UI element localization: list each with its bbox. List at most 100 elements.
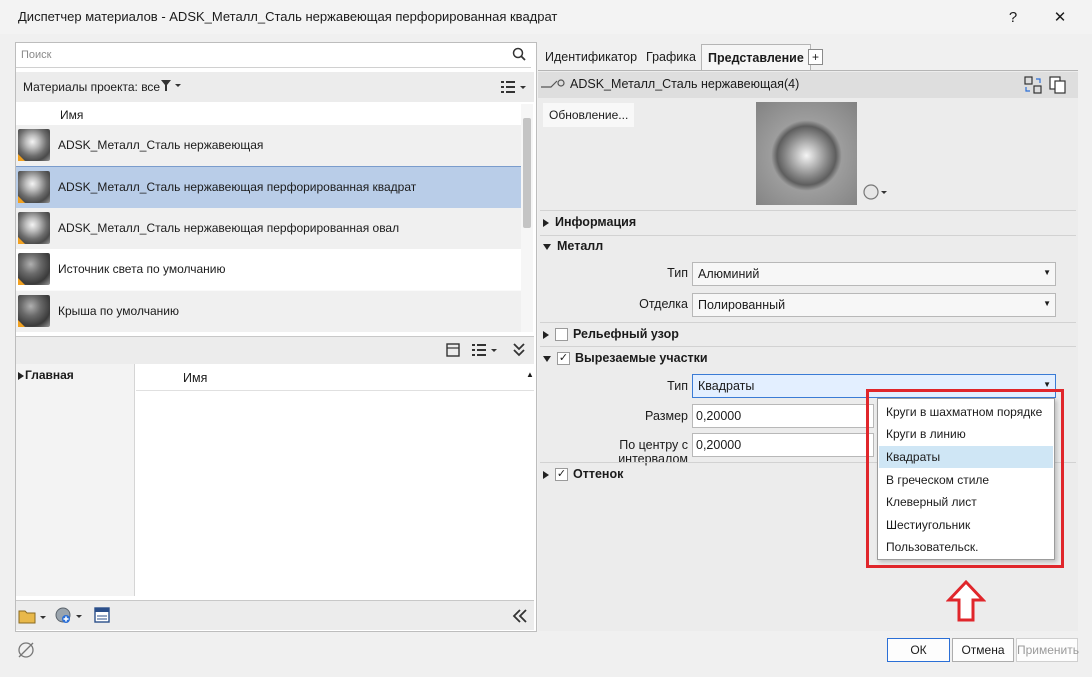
- list-item[interactable]: Крыша по умолчанию: [16, 291, 521, 332]
- add-material-icon[interactable]: [54, 606, 84, 626]
- finish-label: Отделка: [639, 297, 688, 311]
- collapse-icon[interactable]: [543, 355, 551, 362]
- material-name: ADSK_Металл_Сталь нержавеющая: [58, 138, 264, 152]
- highlight-box: [866, 389, 1064, 568]
- sort-up-icon[interactable]: ▲: [526, 370, 534, 379]
- expand-icon[interactable]: [543, 218, 549, 227]
- metal-type-label: Тип: [667, 266, 688, 280]
- section-title: Металл: [557, 239, 604, 253]
- section-title: Вырезаемые участки: [575, 351, 708, 365]
- up-arrow-annotation: [946, 579, 986, 622]
- spacing-input[interactable]: 0,20000: [692, 433, 874, 457]
- tab-appearance[interactable]: Представление: [701, 44, 811, 71]
- collapse-down-icon[interactable]: [512, 342, 526, 358]
- library-header: Имя ▲: [136, 364, 534, 391]
- replace-asset-icon[interactable]: [1024, 76, 1042, 94]
- filter-label: Материалы проекта: все: [23, 80, 161, 94]
- tree-label: Главная: [25, 368, 74, 382]
- collapse-icon[interactable]: [543, 243, 551, 250]
- search-icon[interactable]: [512, 47, 526, 61]
- input-value: 0,20000: [696, 409, 742, 423]
- collapse-left-icon[interactable]: [512, 609, 528, 623]
- search-box[interactable]: Поиск: [16, 43, 531, 68]
- select-value: Алюминий: [698, 267, 760, 281]
- material-name: Крыша по умолчанию: [58, 304, 179, 318]
- material-thumbnail: [18, 253, 50, 285]
- filter-icon[interactable]: [161, 80, 183, 92]
- section-metal[interactable]: Металл: [543, 239, 603, 253]
- scrollbar-thumb[interactable]: [523, 118, 531, 228]
- relief-checkbox[interactable]: [555, 328, 568, 342]
- window-title: Диспетчер материалов - ADSK_Металл_Сталь…: [18, 9, 558, 24]
- material-thumbnail: [18, 129, 50, 161]
- input-value: 0,20000: [696, 438, 742, 452]
- cutouts-checkbox[interactable]: ✓: [557, 352, 570, 366]
- tint-checkbox[interactable]: ✓: [555, 468, 568, 482]
- apply-button[interactable]: Применить: [1016, 638, 1079, 662]
- library-tree: Главная: [16, 364, 135, 596]
- finish-select[interactable]: Полированный ▼: [692, 293, 1056, 317]
- material-name: ADSK_Металл_Сталь нержавеющая перфориров…: [58, 180, 417, 194]
- cancel-button[interactable]: Отмена: [952, 638, 1014, 662]
- section-cutouts[interactable]: ✓ Вырезаемые участки: [543, 351, 708, 366]
- section-tint[interactable]: ✓ Оттенок: [543, 467, 624, 482]
- list-item[interactable]: Источник света по умолчанию: [16, 249, 521, 291]
- ok-button[interactable]: ОК: [887, 638, 950, 662]
- section-relief[interactable]: Рельефный узор: [543, 327, 679, 342]
- chevron-down-icon: ▼: [1043, 268, 1051, 277]
- material-list: ADSK_Металл_Сталь нержавеющая ADSK_Метал…: [16, 125, 521, 332]
- library-column-name[interactable]: Имя: [183, 371, 207, 385]
- close-button[interactable]: ✕: [1037, 0, 1083, 34]
- size-input[interactable]: 0,20000: [692, 404, 874, 428]
- divider: [540, 346, 1076, 347]
- section-title: Оттенок: [573, 467, 624, 481]
- material-thumbnail: [18, 212, 50, 244]
- list-item[interactable]: ADSK_Металл_Сталь нержавеющая: [16, 125, 521, 167]
- list-item[interactable]: ADSK_Металл_Сталь нержавеющая перфориров…: [16, 208, 521, 250]
- list-header: Имя: [16, 103, 521, 125]
- search-input[interactable]: Поиск: [21, 49, 51, 61]
- divider: [540, 235, 1076, 236]
- preview-toggle-icon[interactable]: [16, 640, 36, 660]
- tab-graphics[interactable]: Графика: [640, 44, 702, 70]
- filter-bar: Материалы проекта: все: [16, 72, 534, 102]
- chevron-down-icon: ▼: [1043, 299, 1051, 308]
- asset-name: ADSK_Металл_Сталь нержавеющая(4): [570, 77, 800, 91]
- title-bar: Диспетчер материалов - ADSK_Металл_Сталь…: [0, 0, 1092, 34]
- asset-header: ADSK_Металл_Сталь нержавеющая(4): [538, 72, 1078, 98]
- expand-icon[interactable]: [543, 470, 549, 479]
- section-info[interactable]: Информация: [543, 215, 636, 229]
- tree-item-home[interactable]: Главная: [18, 368, 74, 382]
- select-value: Квадраты: [698, 379, 755, 393]
- cutout-type-label: Тип: [667, 379, 688, 393]
- material-preview: [756, 102, 857, 205]
- divider: [540, 322, 1076, 323]
- material-thumbnail: [18, 295, 50, 327]
- size-label: Размер: [645, 409, 688, 423]
- select-value: Полированный: [698, 298, 786, 312]
- chevron-down-icon: ▼: [1043, 380, 1051, 389]
- library-toolbar: [16, 336, 534, 364]
- tab-identity[interactable]: Идентификатор: [539, 44, 643, 70]
- preview-options-icon[interactable]: [862, 183, 890, 201]
- add-tab-button[interactable]: +: [808, 49, 824, 65]
- list-item-selected[interactable]: ADSK_Металл_Сталь нержавеющая перфориров…: [16, 166, 521, 209]
- expand-icon[interactable]: [18, 371, 24, 380]
- panel-toggle-icon[interactable]: [446, 343, 460, 357]
- library-bottom-toolbar: [16, 600, 534, 630]
- library-view-icon[interactable]: [472, 343, 500, 357]
- section-title: Информация: [555, 215, 637, 229]
- material-thumbnail: [18, 171, 50, 203]
- view-options-icon[interactable]: [501, 80, 529, 94]
- column-name[interactable]: Имя: [60, 108, 83, 122]
- update-button[interactable]: Обновление...: [543, 103, 635, 127]
- duplicate-asset-icon[interactable]: [1049, 76, 1067, 94]
- divider: [540, 210, 1076, 211]
- editor-icon[interactable]: [94, 607, 110, 623]
- help-button[interactable]: ?: [990, 0, 1036, 34]
- asset-link-icon: [541, 79, 565, 88]
- metal-type-select[interactable]: Алюминий ▼: [692, 262, 1056, 286]
- folder-icon[interactable]: [18, 607, 48, 625]
- expand-icon[interactable]: [543, 330, 549, 339]
- library-list: Имя ▲: [136, 364, 534, 596]
